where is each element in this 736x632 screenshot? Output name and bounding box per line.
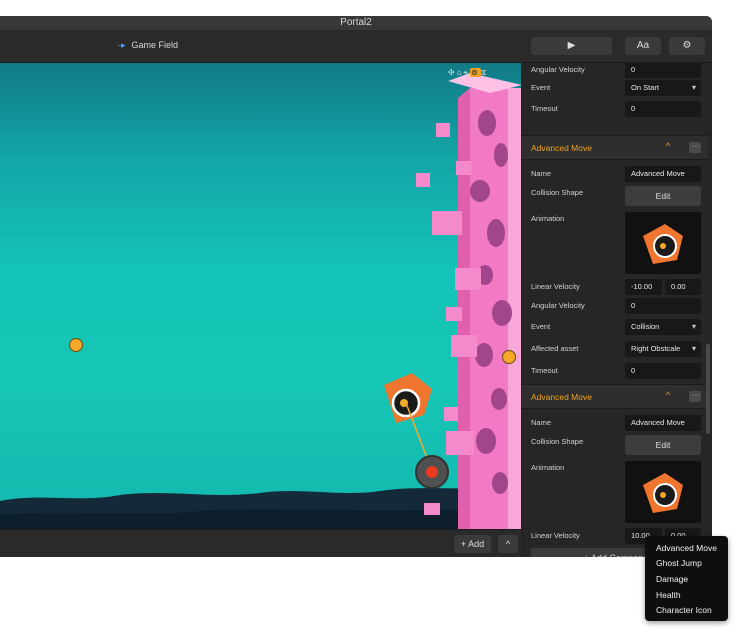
- event-select[interactable]: On Start: [625, 80, 701, 96]
- menu-item-ghost-jump[interactable]: Ghost Jump: [656, 558, 702, 568]
- linear-velocity-y[interactable]: 0.00: [665, 279, 701, 295]
- game-canvas[interactable]: ✣⌂⌖⊚⧖: [0, 63, 521, 529]
- event-select[interactable]: Collision: [625, 319, 701, 335]
- menu-item-health[interactable]: Health: [656, 590, 681, 600]
- inspector-panel: Angular Velocity 0 Event On Start Timeou…: [522, 63, 712, 557]
- collectible-dot: [502, 350, 516, 364]
- event-row: Event On Start: [522, 78, 708, 98]
- edit-collision-button[interactable]: Edit: [625, 186, 701, 206]
- name-field[interactable]: Advanced Move: [625, 415, 701, 431]
- collision-label: Collision Shape: [531, 437, 584, 446]
- event-label: Event: [531, 83, 551, 92]
- play-icon: ▶: [567, 40, 576, 51]
- play-button[interactable]: ▶: [531, 37, 612, 55]
- timeout-field[interactable]: 0: [625, 101, 701, 117]
- layers-icon[interactable]: ⧖: [481, 68, 489, 77]
- linear-velocity-x[interactable]: -10.00: [625, 279, 662, 295]
- chevron-up-icon: ^: [505, 539, 511, 549]
- angular-velocity-label: Angular Velocity: [531, 301, 585, 310]
- collision-label: Collision Shape: [531, 188, 584, 197]
- more-icon[interactable]: ···: [689, 142, 701, 153]
- timeout-label: Timeout: [531, 104, 558, 113]
- chevron-up-icon[interactable]: ^: [666, 141, 670, 151]
- name-row: Name Advanced Move: [522, 164, 708, 184]
- toolbar: -▸ Game Field ▶ Aa ⚙: [0, 30, 712, 63]
- collectible-dot: [69, 338, 83, 352]
- inspector-scrollbar[interactable]: [706, 344, 710, 434]
- window-title: Portal2: [0, 16, 712, 30]
- name-label: Name: [531, 418, 552, 427]
- event-label: Event: [531, 322, 551, 331]
- link-icon[interactable]: ⊚: [470, 68, 481, 77]
- timeout-field[interactable]: 0: [625, 363, 701, 379]
- move-icon[interactable]: ✣: [448, 68, 457, 77]
- timeout-row: Timeout 0: [522, 361, 708, 381]
- angular-velocity-field[interactable]: 0: [625, 298, 701, 314]
- timeout-row: Timeout 0: [522, 99, 708, 119]
- collapse-button[interactable]: ^: [498, 535, 518, 553]
- animation-label: Animation: [531, 463, 565, 472]
- animation-label: Animation: [531, 214, 565, 223]
- character-sprite: [384, 373, 449, 489]
- breadcrumb-label: Game Field: [131, 40, 179, 50]
- component-popup-menu: Advanced Move Ghost Jump Damage Health C…: [645, 536, 728, 621]
- add-button[interactable]: + Add: [454, 535, 491, 553]
- bottom-bar: + Add ^: [0, 529, 521, 557]
- gear-icon: ⚙: [682, 40, 692, 51]
- affected-asset-select[interactable]: Right Obstcale: [625, 341, 701, 357]
- settings-button[interactable]: ⚙: [669, 37, 705, 55]
- section-header[interactable]: Advanced Move ^ ···: [522, 384, 708, 409]
- affected-asset-row: Affected asset Right Obstcale: [522, 339, 708, 359]
- section-title: Advanced Move: [531, 392, 592, 402]
- section-header[interactable]: Advanced Move ^ ···: [522, 135, 708, 160]
- edit-collision-button[interactable]: Edit: [625, 435, 701, 455]
- angular-velocity-row: Angular Velocity 0: [522, 296, 708, 316]
- chevron-up-icon[interactable]: ^: [666, 390, 670, 400]
- angular-velocity-label: Angular Velocity: [531, 65, 585, 74]
- editor-window: Portal2 -▸ Game Field ▶ Aa ⚙ ✣⌂⌖⊚⧖ + Add…: [0, 16, 712, 557]
- linear-velocity-row: Linear Velocity -10.00 0.00: [522, 277, 708, 297]
- animation-preview[interactable]: [625, 212, 701, 274]
- name-row: Name Advanced Move: [522, 413, 708, 433]
- name-label: Name: [531, 169, 552, 178]
- pink-tower: [448, 73, 521, 529]
- angular-velocity-field[interactable]: 0: [625, 63, 701, 78]
- lock-icon[interactable]: ⌂: [457, 68, 464, 77]
- section-title: Advanced Move: [531, 143, 592, 153]
- timeout-label: Timeout: [531, 366, 558, 375]
- breadcrumb[interactable]: -▸ Game Field: [118, 40, 178, 51]
- font-size-button[interactable]: Aa: [625, 37, 661, 55]
- linear-velocity-label: Linear Velocity: [531, 282, 580, 291]
- menu-item-advanced-move[interactable]: Advanced Move: [656, 543, 717, 553]
- more-icon[interactable]: ···: [689, 391, 701, 402]
- breadcrumb-arrow-icon: -▸: [118, 40, 126, 50]
- canvas-tools: ✣⌂⌖⊚⧖: [448, 68, 488, 80]
- menu-item-damage[interactable]: Damage: [656, 574, 688, 584]
- animation-preview[interactable]: [625, 461, 701, 523]
- affected-asset-label: Affected asset: [531, 344, 579, 353]
- name-field[interactable]: Advanced Move: [625, 166, 701, 182]
- menu-item-character-icon[interactable]: Character Icon: [656, 605, 712, 615]
- linear-velocity-label: Linear Velocity: [531, 531, 580, 540]
- event-row: Event Collision: [522, 317, 708, 337]
